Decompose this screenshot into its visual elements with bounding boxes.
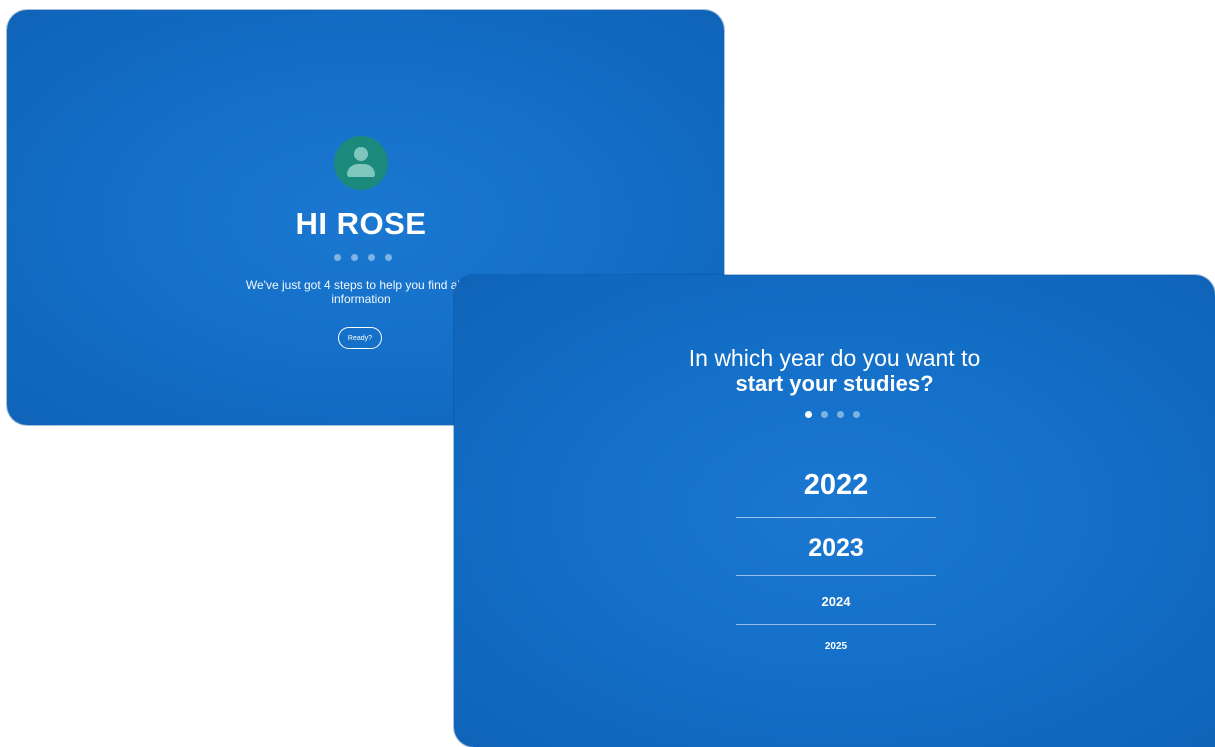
steps-description-line2: information xyxy=(331,292,391,306)
year-option-2022[interactable]: 2022 xyxy=(736,457,936,518)
year-selection-card: In which year do you want to start your … xyxy=(454,275,1215,747)
year-step-indicator xyxy=(805,411,860,418)
step-dot-4 xyxy=(385,254,392,261)
step-dot-2 xyxy=(351,254,358,261)
year-option-2025[interactable]: 2025 xyxy=(736,625,936,669)
step-dot-1-active xyxy=(805,411,812,418)
step-indicator xyxy=(334,254,392,261)
question-line1: In which year do you want to xyxy=(688,345,981,371)
greeting-title: HI ROSE xyxy=(295,206,427,241)
ready-button[interactable]: Ready? xyxy=(338,327,382,349)
step-dot-1 xyxy=(334,254,341,261)
stage: HI ROSE We've just got 4 steps to help y… xyxy=(0,0,1215,747)
avatar-head xyxy=(354,147,368,161)
question-line2: start your studies? xyxy=(735,371,934,396)
step-dot-3 xyxy=(368,254,375,261)
year-question: In which year do you want to start your … xyxy=(454,345,1215,397)
year-options-list: 2022 2023 2024 2025 xyxy=(736,457,936,669)
step-dot-2 xyxy=(821,411,828,418)
step-dot-3 xyxy=(837,411,844,418)
user-avatar-icon xyxy=(334,136,388,190)
steps-description-line1: We've just got 4 steps to help you find … xyxy=(245,278,477,292)
step-dot-4 xyxy=(853,411,860,418)
year-option-2024[interactable]: 2024 xyxy=(736,576,936,625)
year-option-2023[interactable]: 2023 xyxy=(736,518,936,576)
avatar-body xyxy=(347,164,375,177)
